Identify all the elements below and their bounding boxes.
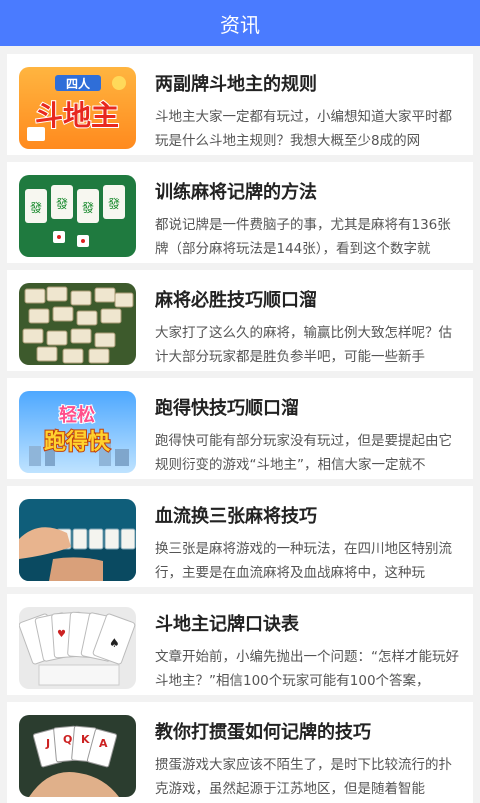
playing-cards-icon: ♥ ♠	[19, 607, 136, 689]
mahjong-pile-icon	[19, 283, 136, 365]
svg-text:♠: ♠	[109, 636, 120, 650]
news-title[interactable]: 两副牌斗地主的规则	[155, 70, 463, 96]
doudizhu-logo-icon: 四人 斗地主	[19, 67, 136, 149]
news-title[interactable]: 斗地主记牌口诀表	[155, 610, 463, 636]
svg-text:斗地主: 斗地主	[35, 99, 119, 132]
svg-text:J: J	[45, 737, 50, 750]
news-item[interactable]: 發 發 發 發 训练麻将记牌的方法 都说记牌是一件费脑子的事，尤其是麻将有136…	[7, 162, 473, 263]
paodekuai-logo-icon: 轻松 跑得快	[19, 391, 136, 473]
news-title[interactable]: 麻将必胜技巧顺口溜	[155, 286, 463, 312]
poker-hand-icon: J Q K A	[19, 715, 136, 797]
news-summary: 跑得快可能有部分玩家没有玩过，但是要提起由它规则衍变的游戏“斗地主”，相信大家一…	[155, 433, 452, 473]
svg-text:發: 發	[108, 196, 120, 211]
svg-text:四人: 四人	[66, 76, 91, 91]
svg-text:跑得快: 跑得快	[44, 429, 111, 455]
news-item[interactable]: 血流换三张麻将技巧 换三张是麻将游戏的一种玩法，在四川地区特别流行，主要是在血流…	[7, 486, 473, 587]
header-bar: 资讯	[0, 0, 480, 46]
svg-text:♥: ♥	[57, 629, 66, 640]
news-summary: 掼蛋游戏大家应该不陌生了，是时下比较流行的扑克游戏，虽然起源于江苏地区，但是随着…	[155, 757, 452, 797]
svg-text:發: 發	[56, 196, 68, 211]
svg-text:發: 發	[30, 200, 42, 215]
news-item[interactable]: 四人 斗地主 两副牌斗地主的规则 斗地主大家一定都有玩过，小编想知道大家平时都玩…	[7, 54, 473, 155]
svg-text:A: A	[99, 737, 108, 750]
svg-text:發: 發	[82, 200, 94, 215]
news-item[interactable]: J Q K A 教你打掼蛋如何记牌的技巧 掼蛋游戏大家应该不陌生了，是时下比较流…	[7, 702, 473, 803]
news-title[interactable]: 血流换三张麻将技巧	[155, 502, 463, 528]
news-title[interactable]: 教你打掼蛋如何记牌的技巧	[155, 718, 463, 744]
news-summary: 文章开始前，小编先抛出一个问题：“怎样才能玩好斗地主？”相信100个玩家可能有1…	[155, 649, 459, 689]
mahjong-hand-icon	[19, 499, 136, 581]
news-summary: 换三张是麻将游戏的一种玩法，在四川地区特别流行，主要是在血流麻将及血战麻将中，这…	[155, 541, 452, 581]
news-summary: 斗地主大家一定都有玩过，小编想知道大家平时都玩是什么斗地主规则？我想大概至少8成…	[155, 109, 452, 149]
news-title[interactable]: 跑得快技巧顺口溜	[155, 394, 463, 420]
svg-text:Q: Q	[63, 733, 72, 746]
mahjong-tiles-dice-icon: 發 發 發 發	[19, 175, 136, 257]
news-summary: 大家打了这么久的麻将，输赢比例大致怎样呢？估计大部分玩家都是胜负参半吧，可能一些…	[155, 325, 452, 365]
svg-text:轻松: 轻松	[59, 404, 95, 426]
news-item[interactable]: 轻松 跑得快 跑得快技巧顺口溜 跑得快可能有部分玩家没有玩过，但是要提起由它规则…	[7, 378, 473, 479]
news-summary: 都说记牌是一件费脑子的事，尤其是麻将有136张牌（部分麻将玩法是144张），看到…	[155, 217, 451, 257]
news-title[interactable]: 训练麻将记牌的方法	[155, 178, 463, 204]
news-item[interactable]: 麻将必胜技巧顺口溜 大家打了这么久的麻将，输赢比例大致怎样呢？估计大部分玩家都是…	[7, 270, 473, 371]
page-title: 资讯	[220, 12, 260, 37]
svg-text:K: K	[81, 733, 90, 746]
news-item[interactable]: ♥ ♠ 斗地主记牌口诀表 文章开始前，小编先抛出一个问题：“怎样才能玩好斗地主？…	[7, 594, 473, 695]
news-list: 四人 斗地主 两副牌斗地主的规则 斗地主大家一定都有玩过，小编想知道大家平时都玩…	[0, 46, 480, 803]
